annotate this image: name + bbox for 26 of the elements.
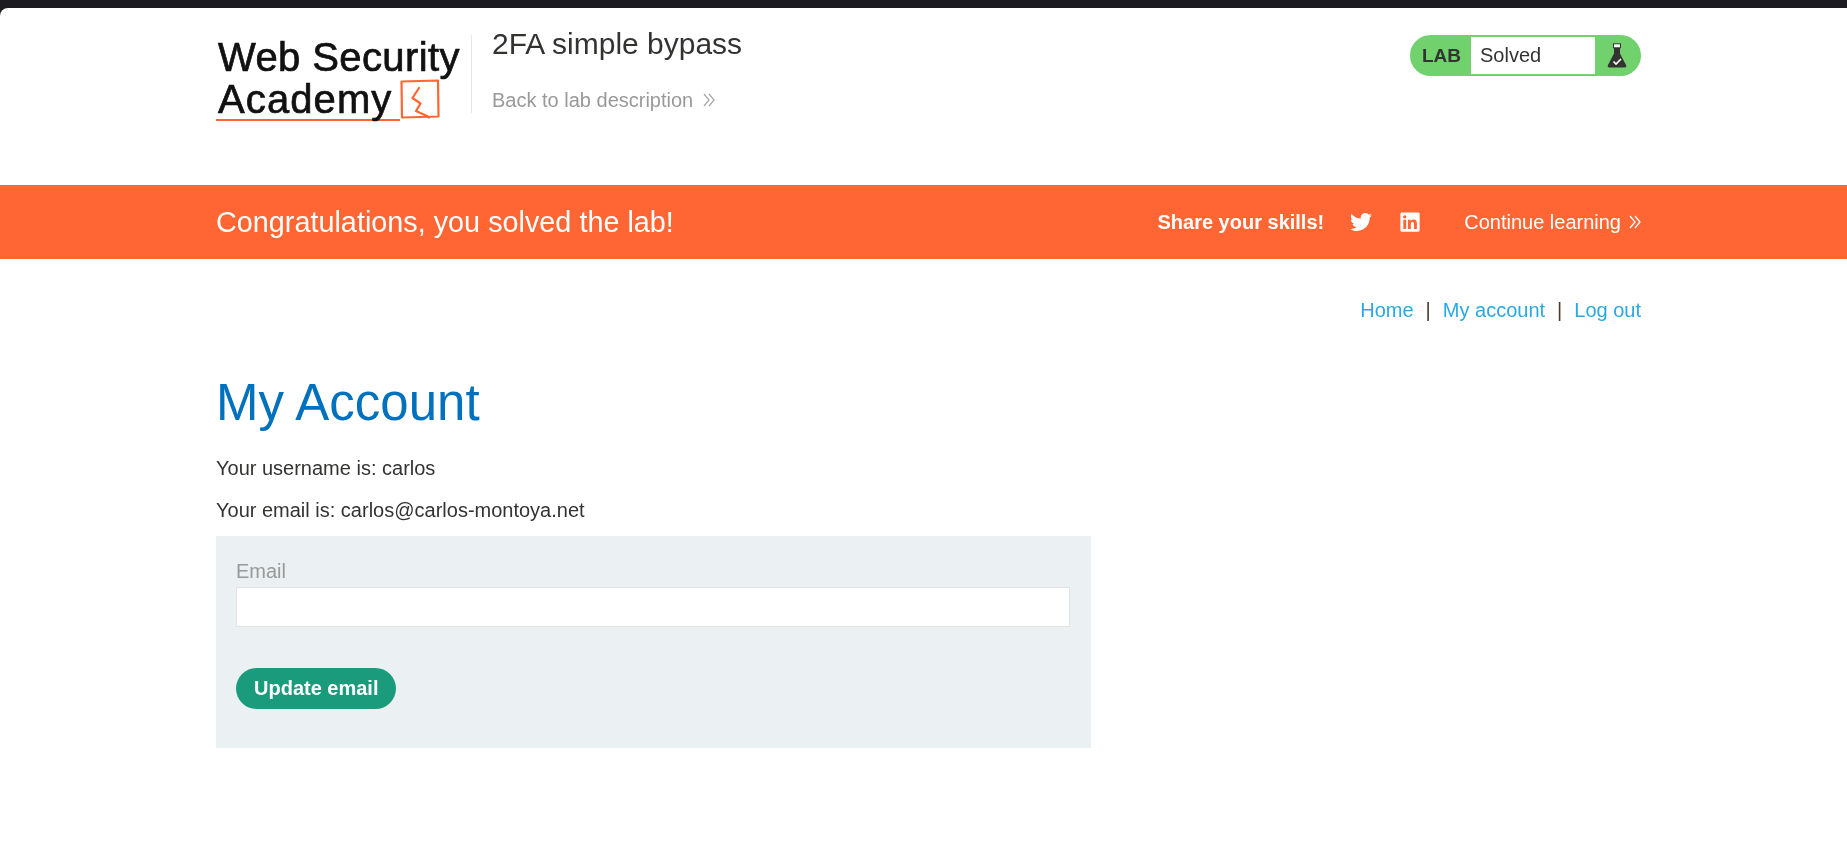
nav-link[interactable]: My account [1442,298,1546,322]
badge-label: LAB [1420,43,1463,68]
lab-title: 2FA simple bypass [492,27,743,61]
status-text: Solved [1471,37,1595,74]
double-chevron-icon [1629,215,1641,229]
nav-link[interactable]: Home [1360,298,1414,322]
account-detail: Your email is: carlos@carlos-montoya.net [216,498,586,522]
nav-separator: | [1557,298,1563,322]
share-label: Share your skills! [1157,210,1325,234]
update-email-button[interactable]: Update email [236,668,397,709]
page-heading: My Account [216,373,481,433]
lightning-box-icon [400,79,441,119]
account-detail: Your username is: carlos [216,456,437,480]
banner-message: Congratulations, you solved the lab! [216,205,674,239]
field-label: Email [236,559,286,583]
back-link[interactable]: Back to lab description [492,88,716,112]
double-chevron-icon [703,93,716,107]
continue-learning-link[interactable]: Continue learning [1464,210,1641,234]
logo-text: Academy [216,79,401,121]
twitter-icon[interactable] [1350,211,1373,233]
nav-link[interactable]: Log out [1574,298,1641,322]
logo-text: Web Security [217,35,460,79]
flask-icon [1607,43,1627,68]
nav-separator: | [1425,298,1431,322]
linkedin-icon[interactable] [1399,211,1422,233]
email-input[interactable] [236,587,1070,627]
